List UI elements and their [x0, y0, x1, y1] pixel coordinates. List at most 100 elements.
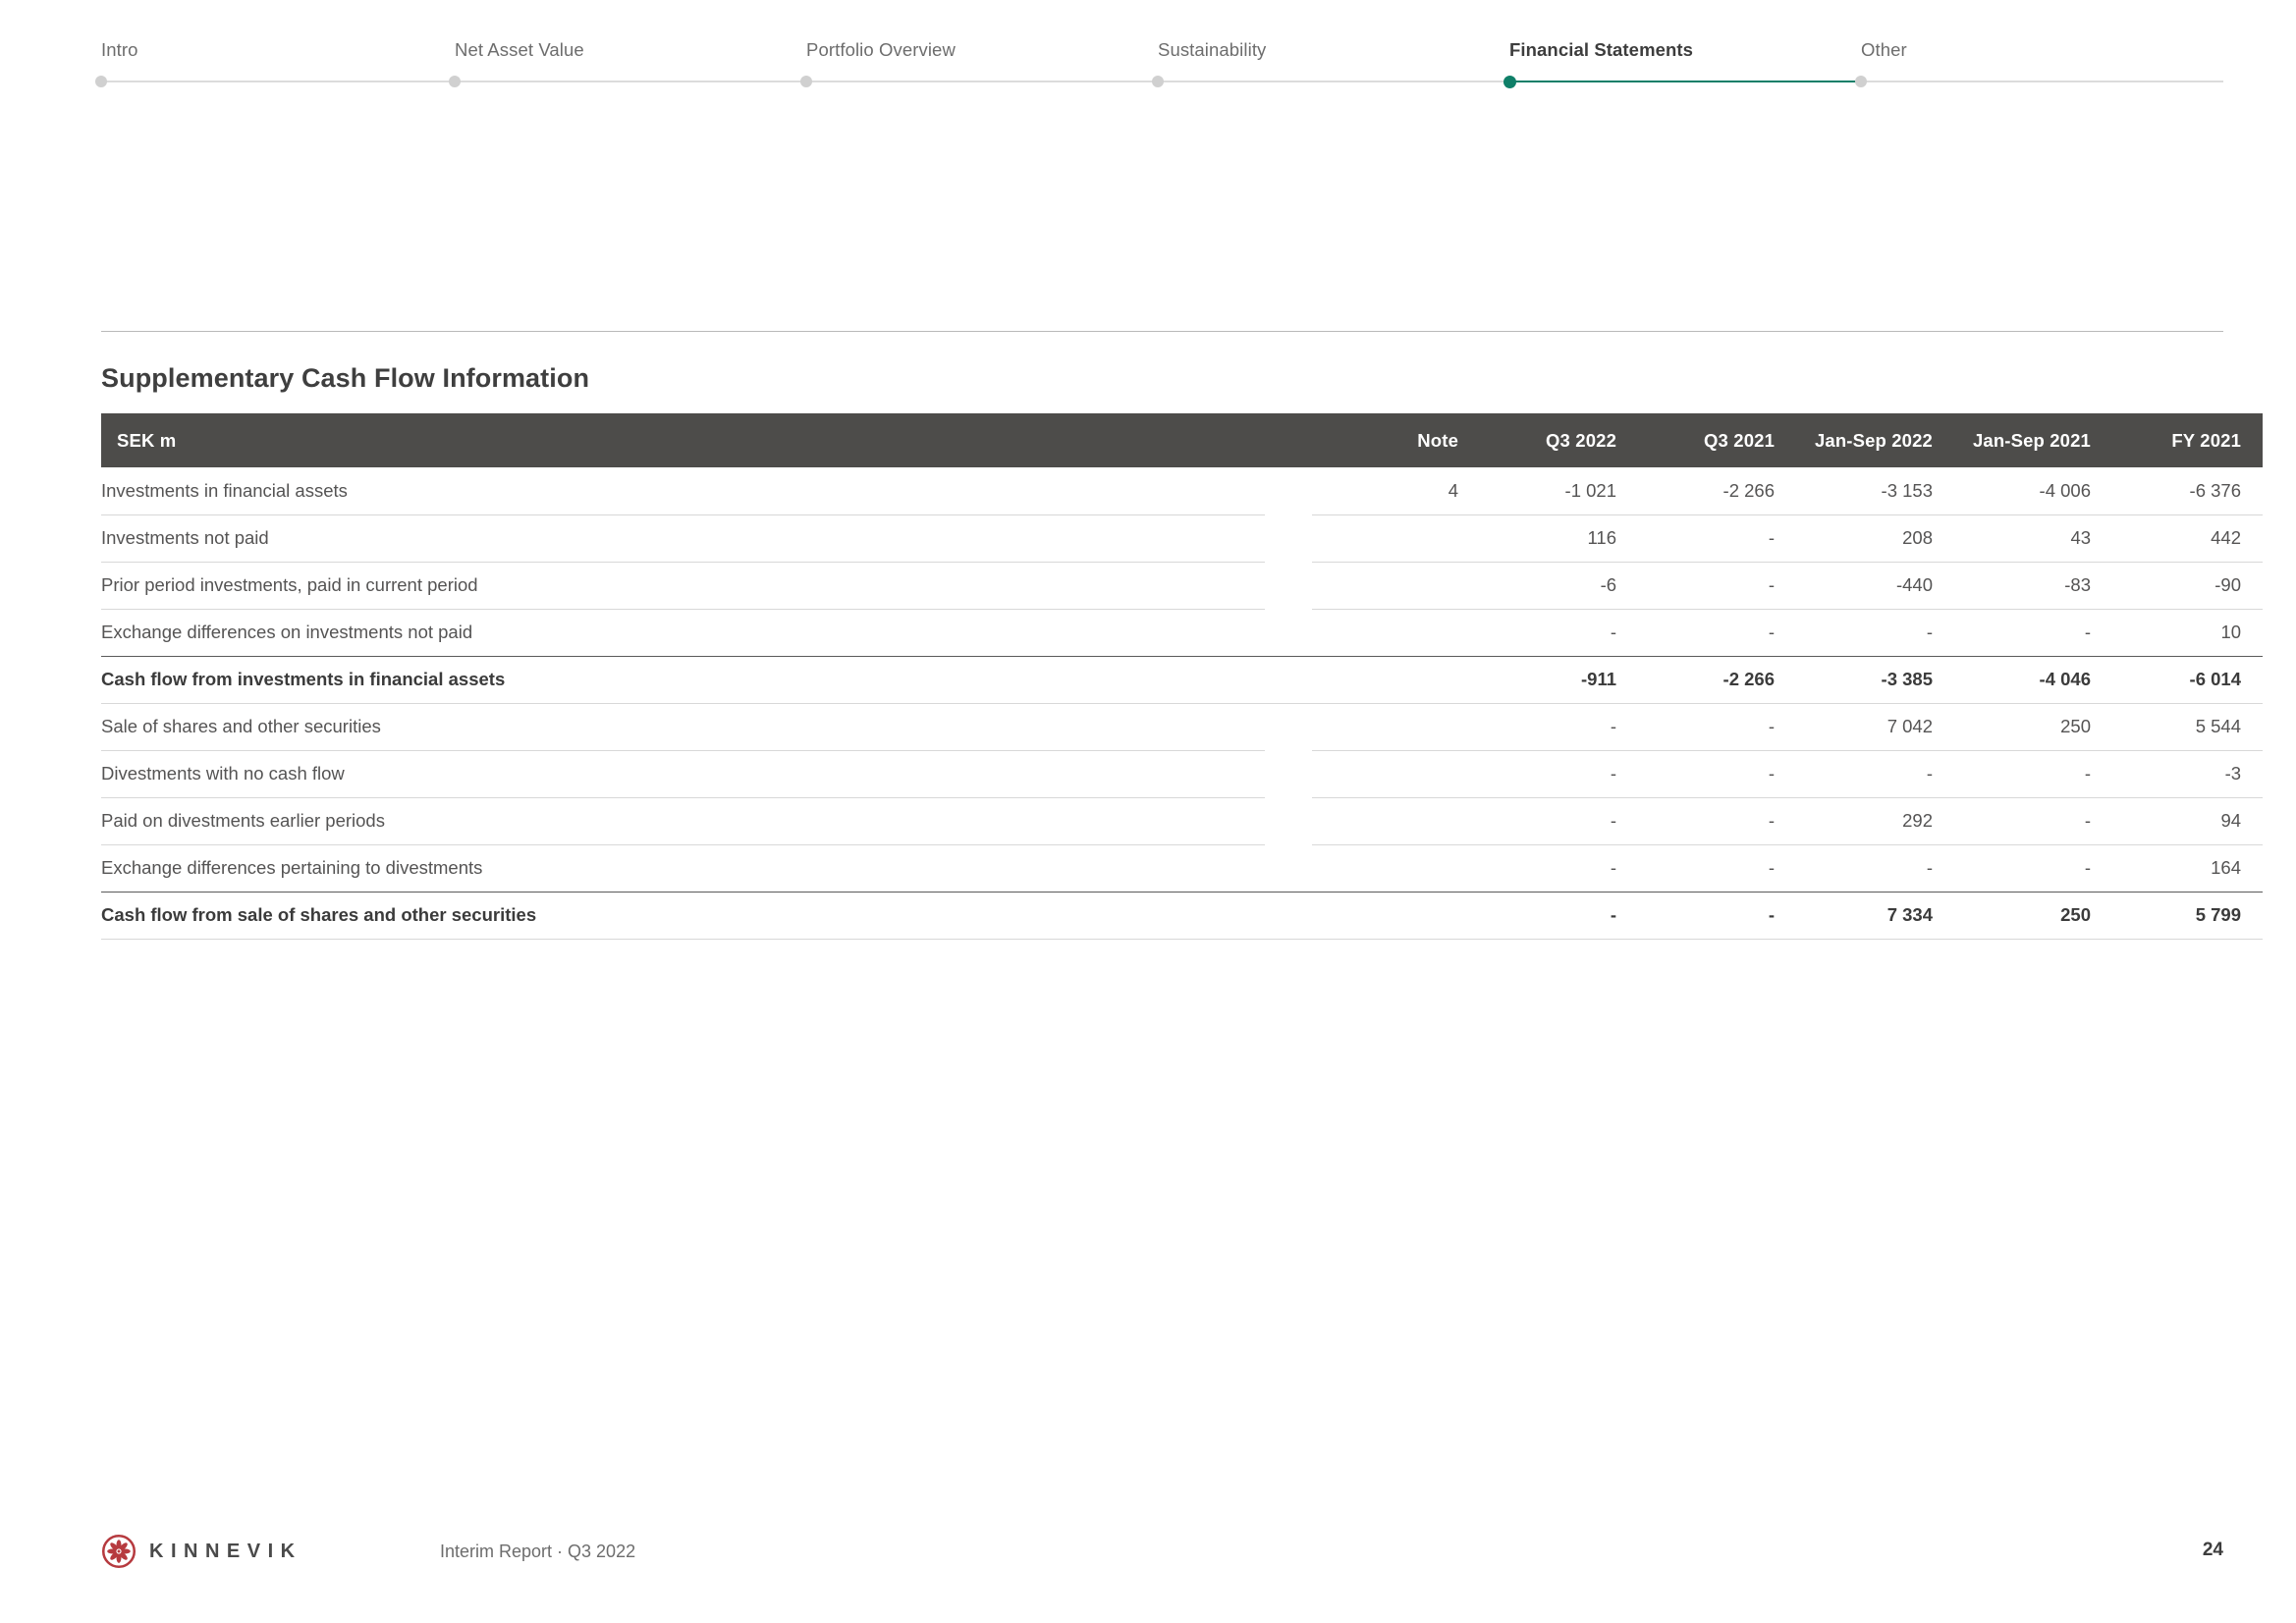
table-row: Cash flow from investments in financial …	[101, 656, 2264, 704]
row-value: -440	[1788, 562, 1947, 610]
table-row: Divestments with no cash flow - - - - -3	[101, 750, 2264, 798]
nav-item-label: Financial Statements	[1509, 39, 1694, 60]
row-value: 442	[2105, 514, 2264, 563]
row-gutter	[1265, 514, 1312, 562]
row-value: -911	[1472, 656, 1631, 704]
row-value	[1312, 797, 1473, 845]
row-gutter	[1265, 797, 1312, 844]
footer-caption: Interim Report · Q3 2022	[440, 1542, 636, 1561]
row-value: -4 046	[1946, 656, 2105, 704]
row-label: Investments in financial assets	[101, 467, 1265, 515]
page-number: 24	[2202, 1540, 2223, 1560]
row-label: Cash flow from sale of shares and other …	[101, 892, 1265, 940]
nav-item-label: Portfolio Overview	[806, 39, 956, 60]
table-row: Exchange differences pertaining to dives…	[101, 844, 2264, 893]
row-value: -	[1788, 609, 1947, 657]
row-value: -	[1946, 609, 2105, 657]
row-value: -1 021	[1472, 467, 1631, 515]
row-value: -83	[1946, 562, 2105, 610]
row-value: -6	[1472, 562, 1631, 610]
report-page: Intro Net Asset Value Portfolio Overview Su…	[0, 0, 2296, 1623]
table-header-row: SEK m Note Q3 2022 Q3 2021 Jan-Sep 2022 …	[101, 413, 2264, 467]
row-value: -	[1946, 844, 2105, 893]
row-value	[1312, 562, 1473, 610]
row-value: 208	[1788, 514, 1947, 563]
nav-item-label: Sustainability	[1158, 39, 1267, 60]
column-header-sek-m: SEK m	[101, 413, 1313, 467]
row-label: Prior period investments, paid in curren…	[101, 562, 1265, 610]
page-footer: KINNEVIK Interim Report · Q3 2022 24	[101, 1534, 2223, 1583]
row-gutter	[1265, 562, 1312, 609]
column-header-jan-sep-2021: Jan-Sep 2021	[1946, 413, 2105, 467]
kinnevik-logo: KINNEVIK	[101, 1534, 302, 1569]
column-header-jan-sep-2022: Jan-Sep 2022	[1788, 413, 1947, 467]
nav-item-label: Intro	[101, 39, 138, 60]
row-value: -	[1946, 797, 2105, 845]
column-header-q3-2022: Q3 2022	[1472, 413, 1631, 467]
row-gutter	[1265, 844, 1313, 893]
row-value: 5 544	[2105, 703, 2264, 751]
row-gutter	[1265, 750, 1312, 797]
row-label: Exchange differences pertaining to dives…	[101, 844, 1265, 893]
nav-item-dot-icon	[1503, 75, 1516, 88]
row-value: 164	[2105, 844, 2264, 893]
table-row: Investments in financial assets 4 -1 021 -2…	[101, 467, 2264, 515]
row-value: -	[1472, 750, 1631, 798]
row-value: -	[1788, 844, 1947, 893]
row-value: -	[1630, 514, 1789, 563]
table-row: Cash flow from sale of shares and other …	[101, 892, 2264, 940]
table-header: SEK m Note Q3 2022 Q3 2021 Jan-Sep 2022 …	[101, 413, 2264, 467]
column-header-fy-2021: FY 2021	[2105, 413, 2264, 467]
row-value: -90	[2105, 562, 2264, 610]
row-value: -	[1630, 703, 1789, 751]
column-header-note: Note	[1312, 413, 1473, 467]
table-row: Paid on divestments earlier periods - -292…	[101, 797, 2264, 845]
row-value: -3 153	[1788, 467, 1947, 515]
supplementary-cash-flow-table: SEK m Note Q3 2022 Q3 2021 Jan-Sep 2022 …	[101, 413, 2264, 940]
table-row: Prior period investments, paid in curren…	[101, 562, 2264, 610]
table-row: Sale of shares and other securities - -7 0…	[101, 703, 2264, 751]
nav-track-active-segment	[1509, 81, 1861, 82]
row-value	[1312, 844, 1473, 893]
table-row: Investments not paid 116-208 43 442	[101, 514, 2264, 563]
row-value: 10	[2105, 609, 2264, 657]
row-value: -	[1472, 892, 1631, 940]
row-value: 292	[1788, 797, 1947, 845]
row-value: 250	[1946, 892, 2105, 940]
row-value: -3 385	[1788, 656, 1947, 704]
row-label: Paid on divestments earlier periods	[101, 797, 1265, 845]
kinnevik-pinwheel-icon	[101, 1534, 137, 1569]
row-value: 7 334	[1788, 892, 1947, 940]
nav-item-label: Other	[1861, 39, 1907, 60]
row-value: 116	[1472, 514, 1631, 563]
row-label: Sale of shares and other securities	[101, 703, 1265, 751]
nav-item-dot-icon	[449, 76, 461, 87]
row-value: -	[1472, 609, 1631, 657]
row-label: Divestments with no cash flow	[101, 750, 1265, 798]
nav-item-dot-icon	[95, 76, 107, 87]
table-body: Investments in financial assets 4 -1 021 -2…	[101, 467, 2264, 940]
row-value: 250	[1946, 703, 2105, 751]
row-label: Exchange differences on investments not …	[101, 609, 1265, 657]
row-value	[1312, 703, 1473, 751]
nav-item-label: Net Asset Value	[455, 39, 584, 60]
row-value	[1312, 609, 1473, 657]
row-value: -	[1788, 750, 1947, 798]
row-value: -6 014	[2105, 656, 2264, 704]
row-label: Investments not paid	[101, 514, 1265, 563]
section-title: Supplementary Cash Flow Information	[101, 363, 590, 393]
kinnevik-wordmark: KINNEVIK	[149, 1540, 302, 1562]
section-navigation: Intro Net Asset Value Portfolio Overview Su…	[95, 39, 2223, 88]
row-value	[1312, 514, 1473, 563]
nav-item-dot-icon	[1152, 76, 1164, 87]
row-gutter	[1265, 609, 1313, 657]
row-value: -	[1630, 892, 1789, 940]
row-value: -4 006	[1946, 467, 2105, 515]
row-value	[1312, 892, 1473, 940]
row-value: 7 042	[1788, 703, 1947, 751]
row-value: -	[1630, 562, 1789, 610]
row-value: 94	[2105, 797, 2264, 845]
row-value: -	[1630, 797, 1789, 845]
row-gutter	[1265, 892, 1313, 940]
row-value	[1312, 750, 1473, 798]
